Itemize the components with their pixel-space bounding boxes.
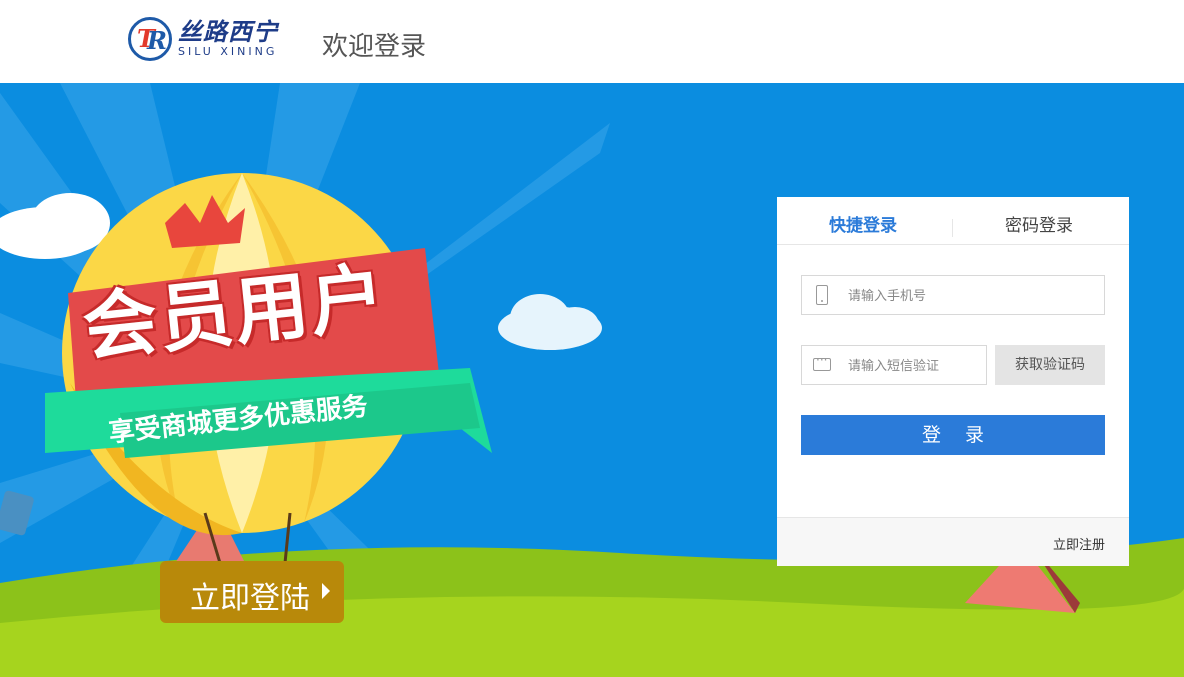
login-tabs: 快捷登录 密码登录 — [777, 197, 1129, 245]
mobile-phone-icon — [816, 285, 828, 305]
cloud-middle — [498, 294, 602, 350]
logo-english-name: SILU XINING — [178, 45, 278, 58]
phone-field[interactable] — [801, 275, 1105, 316]
site-logo[interactable]: TR 丝路西宁 SILU XINING — [128, 17, 278, 61]
logo-emblem-icon: TR — [128, 17, 172, 61]
phone-input[interactable] — [846, 276, 1070, 316]
get-code-button[interactable]: 获取验证码 — [995, 345, 1105, 385]
cta-login-button[interactable]: 立即登陆 — [190, 573, 310, 617]
login-footer: 立即注册 — [777, 517, 1129, 566]
page-header: TR 丝路西宁 SILU XINING 欢迎登录 — [0, 0, 1184, 83]
logo-chinese-name: 丝路西宁 — [178, 18, 278, 46]
logo-text: 丝路西宁 SILU XINING — [178, 19, 278, 59]
message-icon — [813, 353, 831, 371]
sms-code-input[interactable] — [846, 346, 980, 386]
tab-divider — [952, 219, 953, 237]
tab-password-login[interactable]: 密码登录 — [1005, 211, 1073, 236]
chevron-right-icon — [322, 583, 330, 599]
tablet-icon — [0, 490, 34, 536]
login-submit-button[interactable]: 登录 — [801, 415, 1105, 455]
register-link[interactable]: 立即注册 — [1053, 534, 1105, 553]
tab-quick-login[interactable]: 快捷登录 — [829, 211, 897, 236]
welcome-title: 欢迎登录 — [322, 32, 427, 62]
login-panel: 快捷登录 密码登录 获取验证码 登录 立即注册 — [777, 197, 1129, 566]
sms-code-field[interactable] — [801, 345, 987, 386]
